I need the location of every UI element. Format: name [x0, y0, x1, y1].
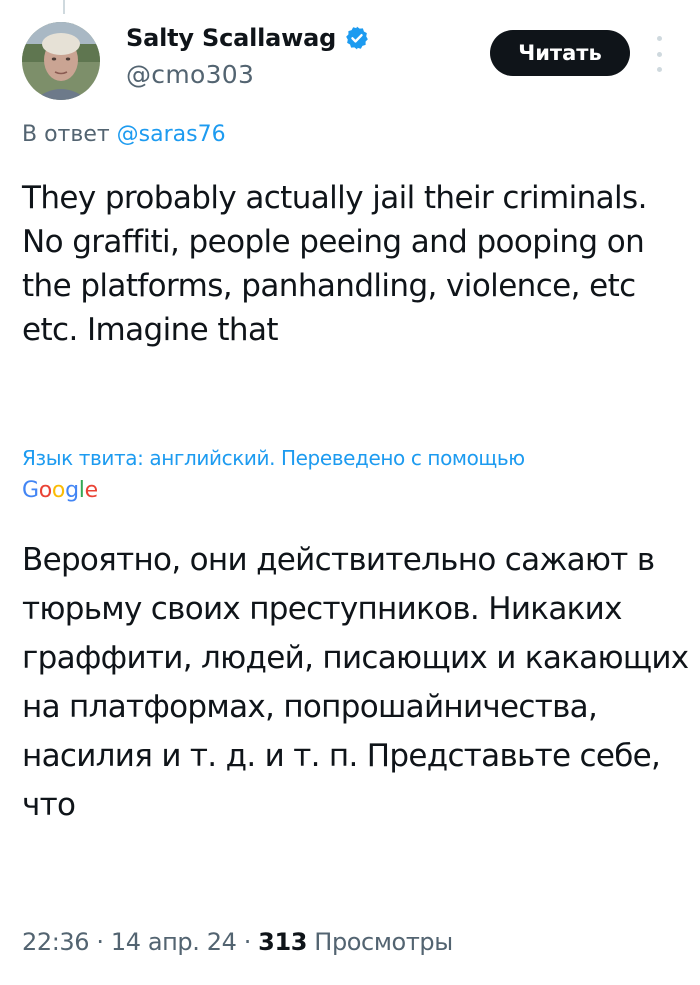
author-name-row[interactable]: Salty Scallawag — [126, 24, 370, 52]
google-logo-letter: o — [38, 478, 52, 503]
tweet-meta: 22:36 · 14 апр. 24 · 313 Просмотры — [22, 928, 453, 956]
verified-badge-icon — [344, 25, 370, 51]
author-display-name[interactable]: Salty Scallawag — [126, 24, 336, 52]
google-logo: Google — [22, 478, 98, 503]
reply-prefix: В ответ — [22, 122, 117, 147]
reply-context: В ответ @saras76 — [22, 122, 226, 147]
translated-tweet-text: Вероятно, они действительно сажают в тюр… — [22, 542, 689, 823]
views-count: 313 — [258, 928, 308, 956]
follow-button[interactable]: Читать — [490, 30, 630, 76]
avatar-image — [22, 22, 100, 100]
more-vertical-icon[interactable] — [652, 36, 666, 72]
meta-separator: · — [89, 928, 111, 956]
google-logo-letter: G — [22, 478, 39, 503]
tweet-text: They probably actually jail their crimin… — [22, 180, 647, 348]
views-label: Просмотры — [307, 928, 453, 956]
google-logo-letter: o — [51, 478, 66, 503]
google-logo-letter: g — [65, 478, 79, 503]
tweet-time[interactable]: 22:36 — [22, 928, 90, 956]
author-handle[interactable]: @cmo303 — [126, 60, 254, 89]
google-logo-letter: e — [84, 478, 99, 503]
reply-mention-link[interactable]: @saras76 — [117, 122, 226, 147]
meta-separator: · — [236, 928, 259, 956]
thread-connector-line — [63, 0, 65, 14]
tweet-date[interactable]: 14 апр. 24 — [111, 928, 237, 956]
translation-note-link[interactable]: Язык твита: английский. Переведено с пом… — [22, 446, 682, 470]
avatar[interactable] — [22, 22, 100, 100]
